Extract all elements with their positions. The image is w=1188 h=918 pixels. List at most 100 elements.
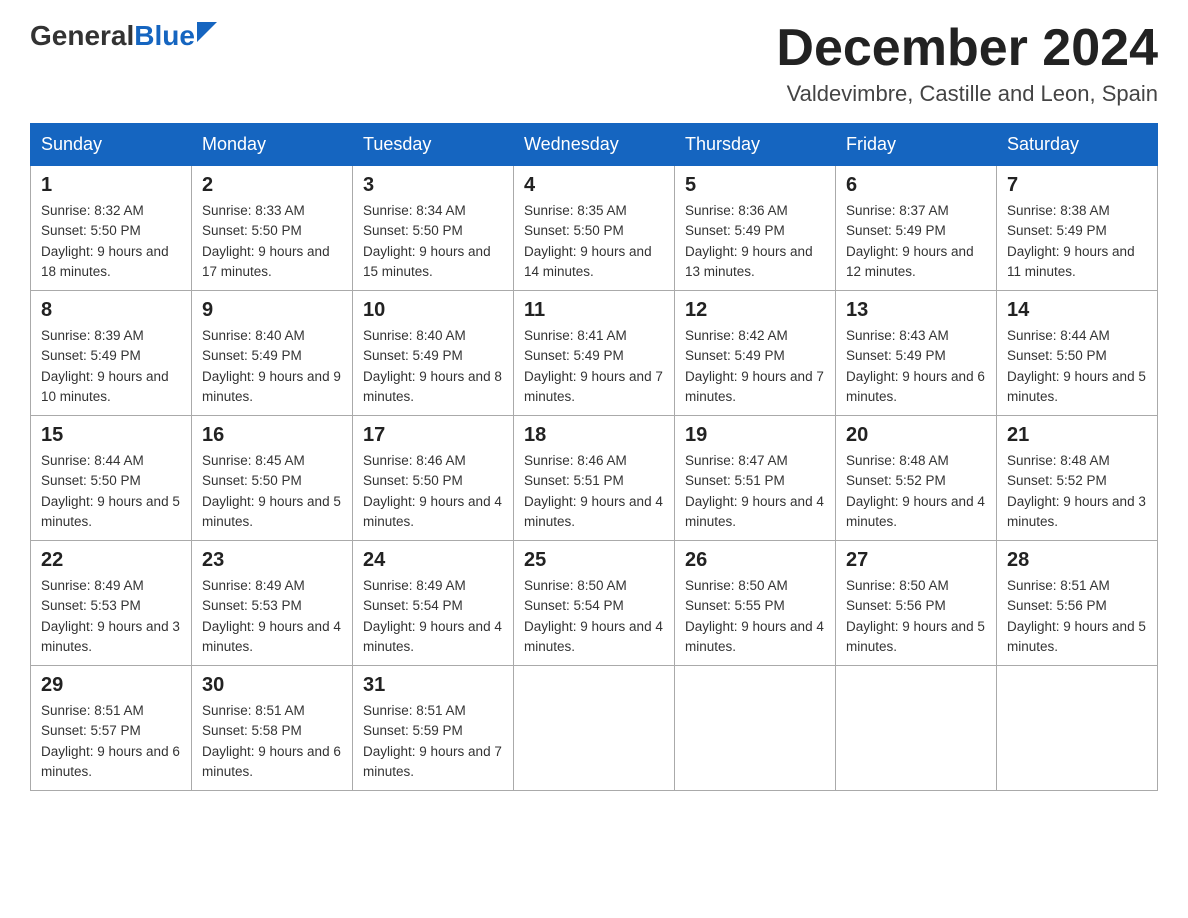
day-number: 28	[1007, 549, 1147, 572]
day-info: Sunrise: 8:37 AMSunset: 5:49 PMDaylight:…	[846, 201, 986, 282]
day-number: 27	[846, 549, 986, 572]
day-info: Sunrise: 8:40 AMSunset: 5:49 PMDaylight:…	[202, 326, 342, 407]
header-monday: Monday	[192, 124, 353, 166]
calendar-cell: 15 Sunrise: 8:44 AMSunset: 5:50 PMDayligh…	[31, 416, 192, 541]
day-info: Sunrise: 8:38 AMSunset: 5:49 PMDaylight:…	[1007, 201, 1147, 282]
day-info: Sunrise: 8:40 AMSunset: 5:49 PMDaylight:…	[363, 326, 503, 407]
calendar-cell: 18 Sunrise: 8:46 AMSunset: 5:51 PMDayligh…	[514, 416, 675, 541]
header-tuesday: Tuesday	[353, 124, 514, 166]
day-info: Sunrise: 8:44 AMSunset: 5:50 PMDaylight:…	[1007, 326, 1147, 407]
calendar-cell: 13Sunrise: 8:43 AMSunset: 5:49 PMDayligh…	[836, 291, 997, 416]
day-info: Sunrise: 8:41 AMSunset: 5:49 PMDaylight:…	[524, 326, 664, 407]
day-info: Sunrise: 8:48 AMSunset: 5:52 PMDaylight:…	[846, 451, 986, 532]
day-number: 7	[1007, 174, 1147, 197]
day-info: Sunrise: 8:33 AMSunset: 5:50 PMDaylight:…	[202, 201, 342, 282]
week-row-5: 29Sunrise: 8:51 AMSunset: 5:57 PMDayligh…	[31, 666, 1158, 791]
day-number: 25	[524, 549, 664, 572]
calendar-cell: 2 Sunrise: 8:33 AMSunset: 5:50 PMDaylight…	[192, 166, 353, 291]
day-number: 8	[41, 299, 181, 322]
day-number: 19	[685, 424, 825, 447]
header-friday: Friday	[836, 124, 997, 166]
day-info: Sunrise: 8:45 AMSunset: 5:50 PMDaylight:…	[202, 451, 342, 532]
logo: General Blue	[30, 20, 217, 52]
calendar-cell: 9 Sunrise: 8:40 AMSunset: 5:49 PMDaylight…	[192, 291, 353, 416]
day-info: Sunrise: 8:51 AMSunset: 5:59 PMDaylight:…	[363, 701, 503, 782]
calendar-cell: 4Sunrise: 8:35 AMSunset: 5:50 PMDaylight…	[514, 166, 675, 291]
week-row-4: 22 Sunrise: 8:49 AMSunset: 5:53 PMDayligh…	[31, 541, 1158, 666]
day-info: Sunrise: 8:42 AMSunset: 5:49 PMDaylight:…	[685, 326, 825, 407]
day-info: Sunrise: 8:48 AMSunset: 5:52 PMDaylight:…	[1007, 451, 1147, 532]
calendar-header-row: SundayMondayTuesdayWednesdayThursdayFrid…	[31, 124, 1158, 166]
calendar-title: December 2024	[776, 20, 1158, 77]
calendar-cell: 16Sunrise: 8:45 AMSunset: 5:50 PMDayligh…	[192, 416, 353, 541]
day-number: 2	[202, 174, 342, 197]
calendar-cell: 30Sunrise: 8:51 AMSunset: 5:58 PMDayligh…	[192, 666, 353, 791]
day-number: 29	[41, 674, 181, 697]
calendar-cell: 28 Sunrise: 8:51 AMSunset: 5:56 PMDayligh…	[997, 541, 1158, 666]
day-info: Sunrise: 8:50 AMSunset: 5:55 PMDaylight:…	[685, 576, 825, 657]
calendar-cell: 23 Sunrise: 8:49 AMSunset: 5:53 PMDayligh…	[192, 541, 353, 666]
day-number: 22	[41, 549, 181, 572]
day-info: Sunrise: 8:39 AMSunset: 5:49 PMDaylight:…	[41, 326, 181, 407]
calendar-cell: 19Sunrise: 8:47 AMSunset: 5:51 PMDayligh…	[675, 416, 836, 541]
day-info: Sunrise: 8:51 AMSunset: 5:58 PMDaylight:…	[202, 701, 342, 782]
day-info: Sunrise: 8:51 AMSunset: 5:56 PMDaylight:…	[1007, 576, 1147, 657]
day-number: 12	[685, 299, 825, 322]
calendar-cell: 8 Sunrise: 8:39 AMSunset: 5:49 PMDaylight…	[31, 291, 192, 416]
day-info: Sunrise: 8:46 AMSunset: 5:50 PMDaylight:…	[363, 451, 503, 532]
calendar-subtitle: Valdevimbre, Castille and Leon, Spain	[776, 81, 1158, 107]
calendar-cell: 17Sunrise: 8:46 AMSunset: 5:50 PMDayligh…	[353, 416, 514, 541]
calendar-cell: 21 Sunrise: 8:48 AMSunset: 5:52 PMDayligh…	[997, 416, 1158, 541]
day-number: 26	[685, 549, 825, 572]
header-sunday: Sunday	[31, 124, 192, 166]
calendar-cell: 24Sunrise: 8:49 AMSunset: 5:54 PMDayligh…	[353, 541, 514, 666]
day-number: 23	[202, 549, 342, 572]
calendar-cell	[675, 666, 836, 791]
day-number: 3	[363, 174, 503, 197]
day-number: 15	[41, 424, 181, 447]
day-number: 13	[846, 299, 986, 322]
day-info: Sunrise: 8:49 AMSunset: 5:54 PMDaylight:…	[363, 576, 503, 657]
week-row-1: 1 Sunrise: 8:32 AMSunset: 5:50 PMDaylight…	[31, 166, 1158, 291]
day-info: Sunrise: 8:50 AMSunset: 5:54 PMDaylight:…	[524, 576, 664, 657]
day-info: Sunrise: 8:49 AMSunset: 5:53 PMDaylight:…	[41, 576, 181, 657]
calendar-cell: 31Sunrise: 8:51 AMSunset: 5:59 PMDayligh…	[353, 666, 514, 791]
calendar-cell: 5 Sunrise: 8:36 AMSunset: 5:49 PMDaylight…	[675, 166, 836, 291]
day-number: 9	[202, 299, 342, 322]
title-section: December 2024 Valdevimbre, Castille and …	[776, 20, 1158, 107]
calendar-cell: 6 Sunrise: 8:37 AMSunset: 5:49 PMDaylight…	[836, 166, 997, 291]
calendar-cell: 27 Sunrise: 8:50 AMSunset: 5:56 PMDayligh…	[836, 541, 997, 666]
day-info: Sunrise: 8:32 AMSunset: 5:50 PMDaylight:…	[41, 201, 181, 282]
header-thursday: Thursday	[675, 124, 836, 166]
calendar-cell: 20 Sunrise: 8:48 AMSunset: 5:52 PMDayligh…	[836, 416, 997, 541]
calendar-cell: 12 Sunrise: 8:42 AMSunset: 5:49 PMDayligh…	[675, 291, 836, 416]
calendar-cell	[997, 666, 1158, 791]
day-number: 14	[1007, 299, 1147, 322]
day-number: 21	[1007, 424, 1147, 447]
day-number: 6	[846, 174, 986, 197]
day-info: Sunrise: 8:36 AMSunset: 5:49 PMDaylight:…	[685, 201, 825, 282]
day-number: 10	[363, 299, 503, 322]
calendar-cell: 1 Sunrise: 8:32 AMSunset: 5:50 PMDaylight…	[31, 166, 192, 291]
day-info: Sunrise: 8:49 AMSunset: 5:53 PMDaylight:…	[202, 576, 342, 657]
day-number: 4	[524, 174, 664, 197]
calendar-cell: 25 Sunrise: 8:50 AMSunset: 5:54 PMDayligh…	[514, 541, 675, 666]
calendar-cell: 14 Sunrise: 8:44 AMSunset: 5:50 PMDayligh…	[997, 291, 1158, 416]
calendar-cell	[836, 666, 997, 791]
day-number: 1	[41, 174, 181, 197]
logo-blue-text: Blue	[134, 20, 195, 52]
calendar-cell: 29Sunrise: 8:51 AMSunset: 5:57 PMDayligh…	[31, 666, 192, 791]
day-number: 20	[846, 424, 986, 447]
day-info: Sunrise: 8:44 AMSunset: 5:50 PMDaylight:…	[41, 451, 181, 532]
logo-general-text: General	[30, 20, 134, 52]
day-number: 5	[685, 174, 825, 197]
calendar-cell: 11Sunrise: 8:41 AMSunset: 5:49 PMDayligh…	[514, 291, 675, 416]
day-info: Sunrise: 8:50 AMSunset: 5:56 PMDaylight:…	[846, 576, 986, 657]
calendar-cell: 26 Sunrise: 8:50 AMSunset: 5:55 PMDayligh…	[675, 541, 836, 666]
header-saturday: Saturday	[997, 124, 1158, 166]
day-info: Sunrise: 8:46 AMSunset: 5:51 PMDaylight:…	[524, 451, 664, 532]
calendar-cell: 10 Sunrise: 8:40 AMSunset: 5:49 PMDayligh…	[353, 291, 514, 416]
week-row-3: 15 Sunrise: 8:44 AMSunset: 5:50 PMDayligh…	[31, 416, 1158, 541]
logo-triangle-icon	[197, 22, 217, 42]
day-number: 18	[524, 424, 664, 447]
